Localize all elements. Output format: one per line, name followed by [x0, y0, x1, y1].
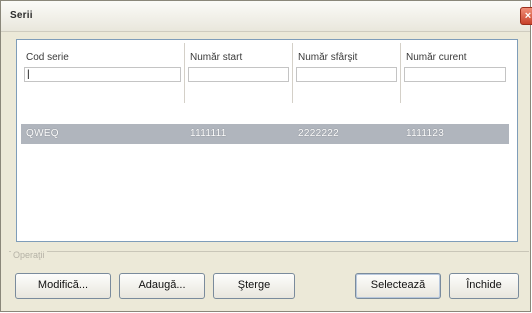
- cell-numar-curent: 1111123: [406, 128, 445, 139]
- column-header-numar-sfarsit[interactable]: Număr sfârşit: [293, 43, 401, 103]
- series-dialog: Serii × Cod serie | Număr start Număr sf…: [0, 0, 532, 312]
- close-window-icon[interactable]: ×: [520, 7, 532, 25]
- series-grid[interactable]: Cod serie | Număr start Număr sfârşit Nu…: [16, 39, 518, 242]
- modify-button[interactable]: Modifică...: [15, 273, 111, 299]
- column-header-cod-serie[interactable]: Cod serie |: [21, 43, 185, 103]
- delete-button[interactable]: Şterge: [213, 273, 295, 299]
- column-label: Număr sfârşit: [298, 52, 358, 63]
- operations-group-legend: Operaţii: [11, 250, 47, 260]
- column-label: Număr start: [190, 52, 243, 63]
- cell-numar-start: 1111111: [190, 128, 227, 139]
- window-title: Serii: [10, 10, 33, 21]
- filter-input-numar-start[interactable]: [188, 67, 289, 82]
- filter-input-numar-sfarsit[interactable]: [296, 67, 397, 82]
- table-row[interactable]: QWEQ 1111111 2222222 1111123: [21, 124, 509, 144]
- filter-input-numar-curent[interactable]: [404, 67, 506, 82]
- column-label: Cod serie: [26, 52, 69, 63]
- column-header-numar-start[interactable]: Număr start: [185, 43, 293, 103]
- column-header-numar-curent[interactable]: Număr curent: [401, 43, 509, 103]
- select-button[interactable]: Selectează: [355, 273, 441, 299]
- add-button[interactable]: Adaugă...: [119, 273, 205, 299]
- cell-cod-serie: QWEQ: [26, 128, 59, 139]
- filter-input-cod-serie[interactable]: |: [24, 67, 181, 82]
- cell-numar-sfarsit: 2222222: [298, 128, 340, 139]
- column-label: Număr curent: [406, 52, 467, 63]
- title-bar[interactable]: Serii ×: [1, 1, 532, 32]
- close-button[interactable]: Închide: [449, 273, 519, 299]
